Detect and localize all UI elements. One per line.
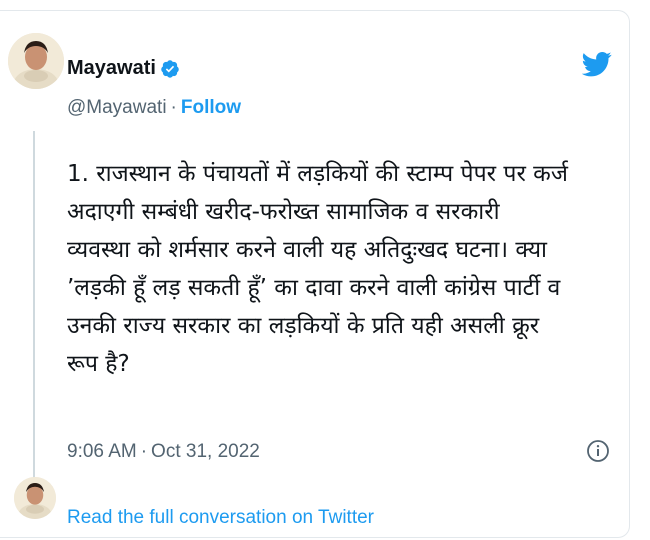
info-icon[interactable] [586,439,610,463]
timestamp-separator: · [140,441,148,462]
tweet-text-line: ’लड़की हूँ लड़ सकती हूँ’ का दावा करने वा… [67,275,561,301]
tweet-text-line: 1. राजस्थान के पंचायतों में लड़कियों की … [67,161,568,187]
author-avatar[interactable] [8,33,64,89]
reply-author-avatar[interactable] [14,477,56,519]
tweet-date[interactable]: Oct 31, 2022 [151,441,260,463]
follow-button[interactable]: Follow [181,97,241,119]
thread-connector-line [33,131,35,481]
author-handle-row: @Mayawati · Follow [67,97,241,119]
verified-badge-icon [161,59,179,78]
tweet-card: Mayawati @Mayawati · Follow 1. राजस्थान … [0,10,630,538]
author-display-name[interactable]: Mayawati [67,57,156,80]
author-name-row: Mayawati [67,57,180,80]
author-handle[interactable]: @Mayawati [67,97,167,119]
handle-separator: · [170,97,177,118]
tweet-text: 1. राजस्थान के पंचायतों में लड़कियों की … [67,155,587,383]
twitter-bird-icon[interactable] [582,49,612,79]
tweet-text-line: व्यवस्था को शर्मसार करने वाली यह अतिदुःख… [67,237,547,263]
read-full-conversation-link[interactable]: Read the full conversation on Twitter [67,507,374,529]
tweet-text-line: रूप है? [67,351,130,377]
tweet-text-line: उनकी राज्य सरकार का लड़कियों के प्रति यह… [67,313,540,339]
tweet-timestamp[interactable]: 9:06 AM · Oct 31, 2022 [67,441,260,463]
tweet-text-line: अदाएगी सम्बंधी खरीद-फरोख्त सामाजिक व सरक… [67,199,500,225]
tweet-time[interactable]: 9:06 AM [67,441,137,463]
